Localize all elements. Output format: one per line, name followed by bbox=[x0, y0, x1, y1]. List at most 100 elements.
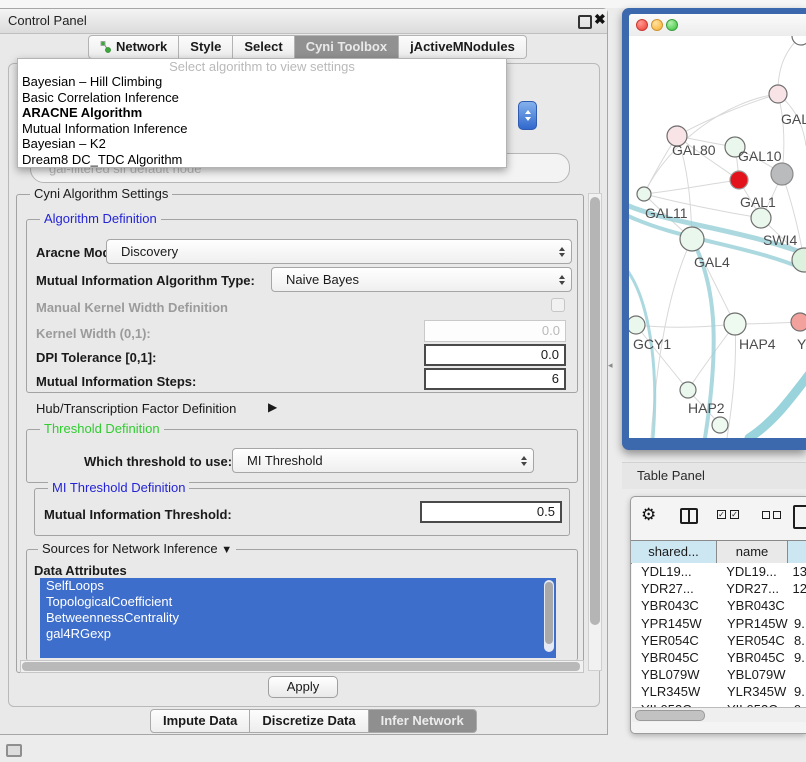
top-strip bbox=[0, 0, 806, 8]
checked-checkbox-icon[interactable]: ✓ bbox=[717, 510, 726, 519]
table-row[interactable]: YPR145WYPR145W9. bbox=[632, 615, 806, 632]
unchecked-checkbox-icon[interactable] bbox=[762, 511, 770, 519]
apply-button[interactable]: Apply bbox=[268, 676, 338, 698]
close-traffic-light[interactable] bbox=[636, 19, 648, 31]
attribute-item[interactable]: gal4RGexp bbox=[40, 626, 556, 642]
tab-impute-data[interactable]: Impute Data bbox=[150, 709, 250, 733]
attribute-item[interactable]: TopologicalCoefficient bbox=[40, 594, 556, 610]
control-panel-titlebar[interactable]: Control Panel ✖ bbox=[0, 9, 607, 34]
mi-algorithm-type-label: Mutual Information Algorithm Type: bbox=[36, 273, 255, 288]
kernel-width-field[interactable]: 0.0 bbox=[424, 320, 566, 342]
node-gal-top[interactable] bbox=[769, 85, 787, 103]
table-row[interactable]: YDL19...YDL19...13 bbox=[632, 563, 806, 580]
table-row[interactable]: YER054CYER054C8. bbox=[632, 632, 806, 649]
zoom-traffic-light[interactable] bbox=[666, 19, 678, 31]
mi-steps-field[interactable]: 6 bbox=[424, 368, 566, 390]
which-threshold-combo[interactable]: MI Threshold bbox=[232, 448, 534, 473]
dropdown-item[interactable]: Bayesian – K2 bbox=[18, 136, 506, 152]
node-label: HAP2 bbox=[688, 400, 725, 416]
node-salmon[interactable] bbox=[791, 313, 806, 331]
splitter-handle[interactable]: ◂ bbox=[608, 360, 613, 371]
stepper-down-icon bbox=[525, 117, 531, 121]
dpi-tolerance-label: DPI Tolerance [0,1]: bbox=[36, 350, 156, 365]
column-header-clipped[interactable]: A bbox=[788, 541, 806, 563]
table-row[interactable]: YLR345WYLR345W9. bbox=[632, 683, 806, 700]
network-canvas[interactable]: GAL GAL80 GAL10 GAL1 GAL11 SWI4 GAL4 GCY… bbox=[629, 36, 806, 438]
collapse-down-icon[interactable]: ▼ bbox=[221, 544, 232, 556]
kernel-width-label: Kernel Width (0,1): bbox=[36, 326, 151, 341]
control-panel-title: Control Panel bbox=[8, 13, 87, 28]
tab-network[interactable]: Network bbox=[88, 35, 179, 59]
dpi-tolerance-field[interactable]: 0.0 bbox=[424, 344, 566, 366]
list-scrollbar-thumb[interactable] bbox=[545, 582, 553, 644]
node-gal11[interactable] bbox=[637, 187, 651, 201]
mi-steps-label: Mutual Information Steps: bbox=[36, 374, 196, 389]
aracne-mode-combo[interactable]: Discovery bbox=[106, 239, 572, 264]
collapsed-panel-icon[interactable] bbox=[6, 744, 22, 757]
tab-jactivemnodules[interactable]: jActiveMNodules bbox=[399, 35, 527, 59]
unchecked-checkbox-icon[interactable] bbox=[773, 511, 781, 519]
float-window-icon[interactable] bbox=[578, 15, 592, 29]
column-layout-icon[interactable] bbox=[680, 508, 698, 524]
algorithm-combo-stepper[interactable] bbox=[518, 101, 537, 130]
node-bottom-green[interactable] bbox=[712, 417, 728, 433]
node-label: GAL80 bbox=[672, 142, 716, 158]
table-row[interactable]: YBR045CYBR045C9. bbox=[632, 649, 806, 666]
tab-discretize-data[interactable]: Discretize Data bbox=[250, 709, 368, 733]
tab-infer-network[interactable]: Infer Network bbox=[369, 709, 477, 733]
data-attributes-list: SelfLoops TopologicalCoefficient Between… bbox=[40, 578, 556, 658]
expand-right-icon[interactable]: ▶ bbox=[268, 400, 277, 414]
gear-icon[interactable]: ⚙ bbox=[641, 506, 656, 523]
mi-threshold-definition-title: MI Threshold Definition bbox=[48, 481, 189, 494]
dropdown-item[interactable]: Basic Correlation Inference bbox=[18, 90, 506, 106]
settings-vertical-scrollbar[interactable] bbox=[588, 193, 602, 671]
dropdown-item[interactable]: Bayesian – Hill Climbing bbox=[18, 74, 506, 90]
dropdown-item[interactable]: Mutual Information Inference bbox=[18, 121, 506, 137]
node-gray[interactable] bbox=[771, 163, 793, 185]
mi-threshold-field[interactable]: 0.5 bbox=[420, 501, 562, 523]
node-hap2[interactable] bbox=[680, 382, 696, 398]
manual-kernel-width-checkbox[interactable] bbox=[551, 298, 565, 312]
node-hap4[interactable] bbox=[724, 313, 746, 335]
network-icon bbox=[100, 41, 112, 53]
network-view-window: GAL GAL80 GAL10 GAL1 GAL11 SWI4 GAL4 GCY… bbox=[622, 8, 806, 450]
node-label: SWI4 bbox=[763, 232, 797, 248]
node-gal4[interactable] bbox=[680, 227, 704, 251]
column-header-shared-name[interactable]: shared... bbox=[631, 541, 717, 563]
mi-algorithm-type-combo[interactable]: Naive Bayes bbox=[271, 267, 572, 292]
vscroll-thumb[interactable] bbox=[590, 197, 600, 625]
list-scrollbar[interactable] bbox=[544, 580, 554, 652]
table-row[interactable]: YBR043CYBR043C bbox=[632, 597, 806, 614]
close-icon[interactable]: ✖ bbox=[594, 11, 606, 28]
table-horizontal-scrollbar[interactable] bbox=[632, 707, 806, 722]
node-gcy1[interactable] bbox=[629, 316, 645, 334]
network-window-titlebar[interactable] bbox=[629, 14, 806, 37]
node-gal1[interactable] bbox=[751, 208, 771, 228]
table-row[interactable]: YBL079WYBL079W bbox=[632, 666, 806, 683]
tab-network-label: Network bbox=[116, 36, 167, 58]
tab-style[interactable]: Style bbox=[179, 35, 233, 59]
hscroll-thumb[interactable] bbox=[22, 662, 580, 671]
node-label: GCY1 bbox=[633, 336, 671, 352]
column-header-name[interactable]: name bbox=[717, 541, 788, 563]
table-panel-titlebar[interactable]: Table Panel bbox=[622, 462, 806, 489]
settings-horizontal-scrollbar[interactable] bbox=[20, 660, 584, 673]
table-row[interactable]: YDR27...YDR27...12 bbox=[632, 580, 806, 597]
dropdown-item[interactable]: Dream8 DC_TDC Algorithm bbox=[18, 152, 506, 168]
mi-threshold-label: Mutual Information Threshold: bbox=[44, 507, 232, 522]
tab-select[interactable]: Select bbox=[233, 35, 294, 59]
dropdown-item-selected[interactable]: ARACNE Algorithm bbox=[18, 105, 506, 121]
document-icon[interactable] bbox=[793, 505, 806, 529]
attribute-item[interactable]: SelfLoops bbox=[40, 578, 556, 594]
checked-checkbox-icon[interactable]: ✓ bbox=[730, 510, 739, 519]
cyni-settings-title: Cyni Algorithm Settings bbox=[30, 187, 172, 200]
manual-kernel-width-label: Manual Kernel Width Definition bbox=[36, 300, 228, 315]
table-body: YDL19...YDL19...13 YDR27...YDR27...12 YB… bbox=[632, 563, 806, 707]
minimize-traffic-light[interactable] bbox=[651, 19, 663, 31]
node-selected-red[interactable] bbox=[730, 171, 748, 189]
node-label: HAP4 bbox=[739, 336, 776, 352]
attribute-item[interactable]: BetweennessCentrality bbox=[40, 610, 556, 626]
table-hscroll-thumb[interactable] bbox=[635, 710, 705, 721]
network-node-labels: GAL GAL80 GAL10 GAL1 GAL11 SWI4 GAL4 GCY… bbox=[633, 111, 806, 416]
tab-cyni-toolbox[interactable]: Cyni Toolbox bbox=[295, 35, 399, 59]
